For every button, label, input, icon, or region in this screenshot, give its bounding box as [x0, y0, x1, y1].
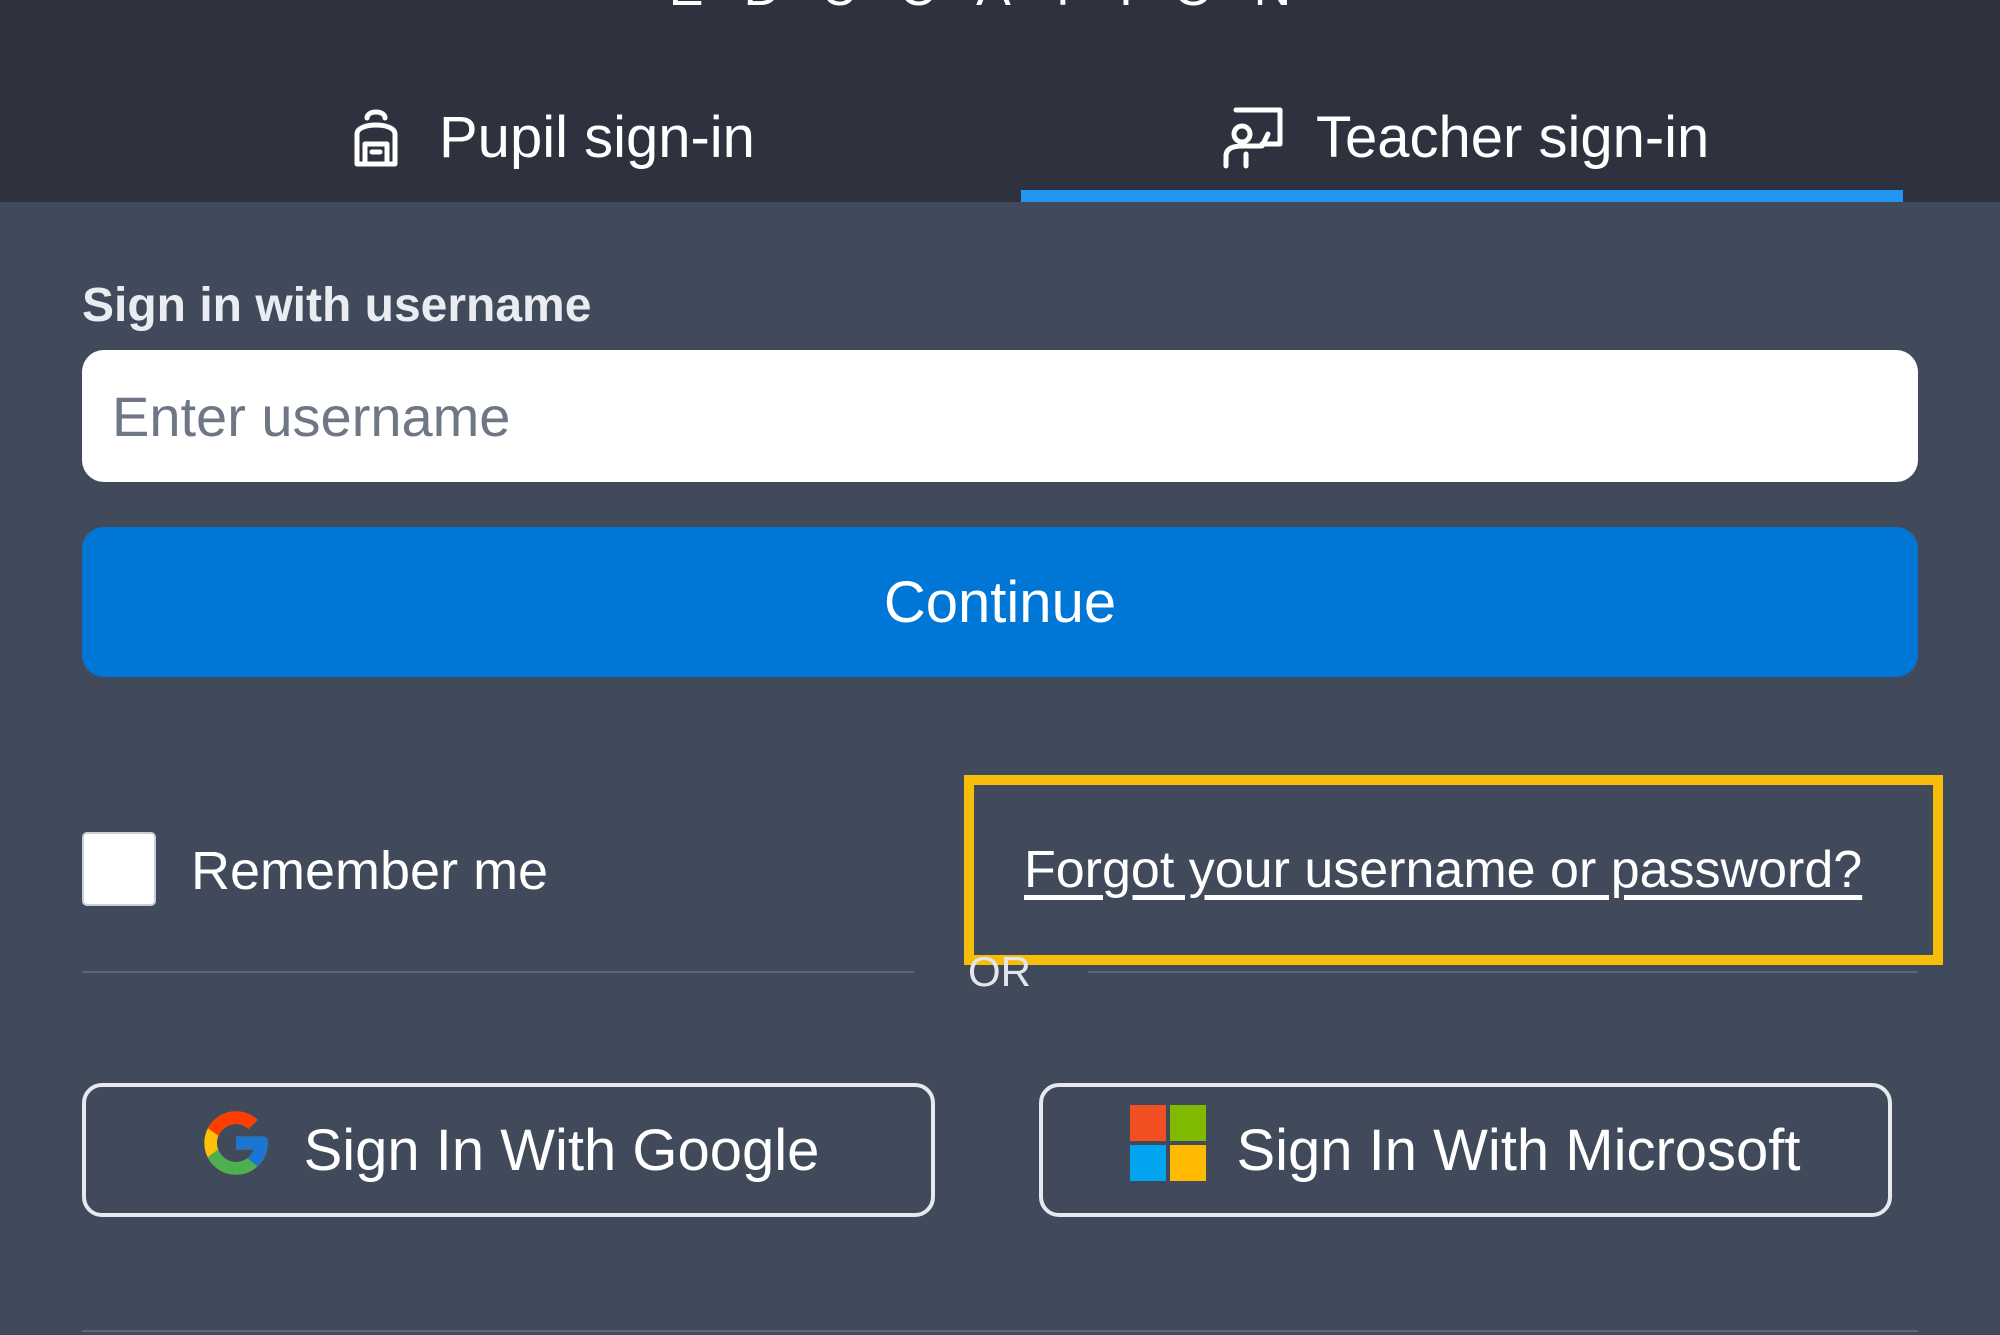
forgot-credentials-link[interactable]: Forgot your username or password? — [1024, 840, 1862, 900]
sign-in-microsoft-label: Sign In With Microsoft — [1236, 1117, 1801, 1183]
microsoft-logo-icon — [1130, 1105, 1207, 1195]
tab-pupil-label: Pupil sign-in — [439, 104, 755, 170]
remember-me-checkbox[interactable] — [82, 832, 156, 906]
remember-me-label[interactable]: Remember me — [191, 840, 548, 902]
sign-in-google-label: Sign In With Google — [303, 1117, 820, 1183]
sign-in-page: EDUCATION Pupil sign-in — [0, 0, 2000, 1335]
footer-divider — [82, 1330, 1918, 1332]
or-divider-left — [82, 971, 914, 973]
header-bar: EDUCATION Pupil sign-in — [0, 0, 2000, 202]
tab-teacher-sign-in[interactable]: Teacher sign-in — [1222, 92, 1709, 182]
tab-pupil-sign-in[interactable]: Pupil sign-in — [345, 92, 755, 182]
or-separator-text: OR — [968, 948, 1031, 995]
tab-teacher-label: Teacher sign-in — [1316, 104, 1710, 170]
sign-in-google-button[interactable]: Sign In With Google — [82, 1083, 935, 1217]
teacher-board-icon — [1222, 104, 1284, 170]
brand-logo-text: EDUCATION — [0, 0, 2000, 18]
backpack-icon — [345, 104, 407, 170]
continue-button[interactable]: Continue — [82, 527, 1918, 677]
sign-in-username-heading: Sign in with username — [82, 279, 592, 332]
sign-in-microsoft-button[interactable]: Sign In With Microsoft — [1039, 1083, 1892, 1217]
active-tab-indicator — [1021, 190, 1903, 202]
or-divider-right — [1088, 971, 1918, 973]
username-input[interactable] — [82, 350, 1918, 482]
google-g-icon — [198, 1105, 274, 1195]
